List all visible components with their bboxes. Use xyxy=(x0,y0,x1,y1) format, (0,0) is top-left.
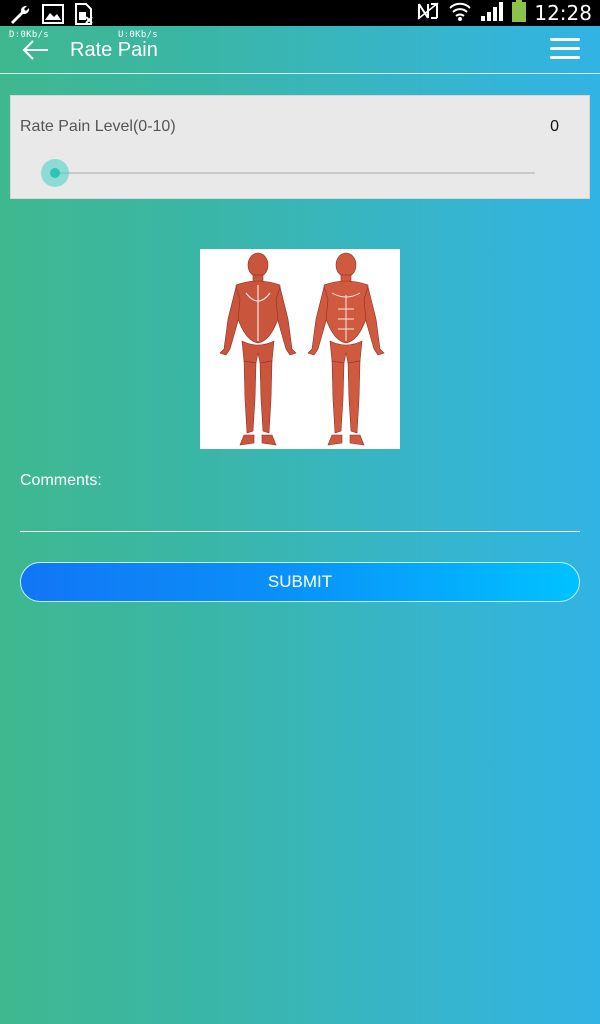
pain-level-label: Rate Pain Level(0-10) xyxy=(20,118,176,135)
wifi-icon xyxy=(448,0,472,27)
battery-icon xyxy=(512,0,527,27)
back-arrow-icon[interactable] xyxy=(20,38,50,62)
slider-track xyxy=(55,172,535,174)
comments-input[interactable] xyxy=(20,500,580,532)
muscle-anatomy-image xyxy=(200,249,400,449)
rate-pain-screen: D:0Kb/s U:0Kb/s Rate Pain Rate Pain Leve… xyxy=(0,26,600,1024)
nfc-icon xyxy=(416,1,440,26)
comments-label: Comments: xyxy=(20,472,102,489)
page-title: Rate Pain xyxy=(70,39,158,61)
signal-icon xyxy=(480,0,504,27)
pain-level-value: 0 xyxy=(550,118,559,135)
pain-level-slider[interactable] xyxy=(41,158,535,188)
status-bar: 12:28 xyxy=(0,0,600,26)
toolbar: Rate Pain xyxy=(0,26,600,74)
submit-button[interactable]: SUBMIT xyxy=(20,562,580,602)
rate-pain-card: Rate Pain Level(0-10) 0 xyxy=(10,95,590,199)
hamburger-menu-icon[interactable] xyxy=(550,38,580,62)
status-time: 12:28 xyxy=(534,1,592,25)
slider-thumb[interactable] xyxy=(50,168,60,178)
